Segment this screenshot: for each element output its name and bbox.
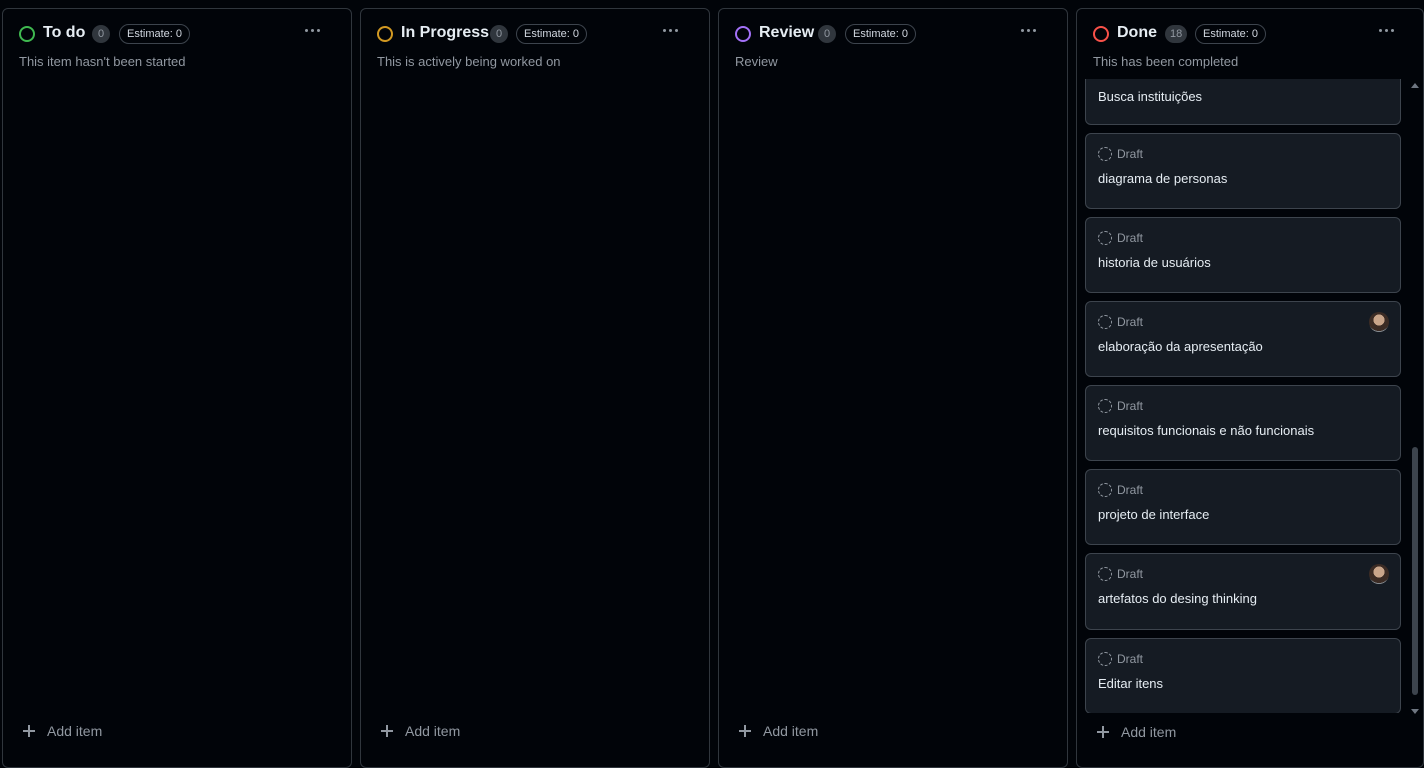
column-description: This is actively being worked on: [377, 54, 561, 69]
draft-dashed-circle-icon: [1098, 315, 1112, 329]
draft-row: Draft: [1098, 230, 1143, 246]
draft-dashed-circle-icon: [1098, 147, 1112, 161]
item-card[interactable]: Draft elaboração da apresentação: [1085, 301, 1401, 377]
project-board: To do 0 Estimate: 0 This item hasn't bee…: [0, 0, 1424, 768]
item-card[interactable]: Draft projeto de interface: [1085, 469, 1401, 545]
status-circle-icon: [19, 26, 35, 42]
draft-row: Draft: [1098, 314, 1143, 330]
draft-row: Draft: [1098, 566, 1143, 582]
draft-dashed-circle-icon: [1098, 483, 1112, 497]
column-to-do: To do 0 Estimate: 0 This item hasn't bee…: [2, 8, 352, 768]
scroll-thumb[interactable]: [1412, 447, 1418, 695]
draft-dashed-circle-icon: [1098, 231, 1112, 245]
column-more-icon[interactable]: [1019, 21, 1039, 39]
column-header: Done 18 Estimate: 0 This has been comple…: [1077, 9, 1423, 79]
add-item-button[interactable]: Add item: [381, 721, 460, 741]
plus-icon: [381, 725, 393, 737]
assignee-avatar[interactable]: [1369, 564, 1389, 584]
plus-icon: [739, 725, 751, 737]
item-count-badge: 0: [92, 25, 110, 43]
plus-icon: [1097, 726, 1109, 738]
column-review: Review 0 Estimate: 0 Review Add item: [718, 8, 1068, 768]
draft-dashed-circle-icon: [1098, 399, 1112, 413]
status-circle-icon: [377, 26, 393, 42]
item-card[interactable]: Draft Editar itens: [1085, 638, 1401, 713]
draft-row: Draft: [1098, 482, 1143, 498]
scroll-up-arrow-icon[interactable]: [1411, 83, 1419, 88]
column-in-progress: In Progress 0 Estimate: 0 This is active…: [360, 8, 710, 768]
draft-dashed-circle-icon: [1098, 652, 1112, 666]
column-more-icon[interactable]: [303, 21, 323, 39]
item-list-scrollbar[interactable]: [1410, 81, 1420, 721]
column-header: To do 0 Estimate: 0 This item hasn't bee…: [3, 9, 351, 79]
column-description: This has been completed: [1093, 54, 1239, 69]
column-header: Review 0 Estimate: 0 Review: [719, 9, 1067, 79]
item-title: elaboração da apresentação: [1098, 339, 1263, 354]
plus-icon: [23, 725, 35, 737]
item-card[interactable]: Draft diagrama de personas: [1085, 133, 1401, 209]
column-header: In Progress 0 Estimate: 0 This is active…: [361, 9, 709, 79]
draft-label: Draft: [1117, 483, 1144, 497]
estimate-badge: Estimate: 0: [1195, 24, 1267, 44]
status-circle-icon: [1093, 26, 1109, 42]
scroll-down-arrow-icon[interactable]: [1411, 709, 1419, 714]
draft-row: Draft: [1098, 651, 1143, 667]
item-card[interactable]: Draft requisitos funcionais e não funcio…: [1085, 385, 1401, 461]
add-item-label: Add item: [763, 723, 819, 739]
item-title: requisitos funcionais e não funcionais: [1098, 423, 1315, 438]
estimate-badge: Estimate: 0: [119, 24, 191, 44]
item-title: historia de usuários: [1098, 255, 1211, 270]
estimate-badge: Estimate: 0: [845, 24, 917, 44]
draft-row: Draft: [1098, 146, 1143, 162]
draft-label: Draft: [1117, 399, 1144, 413]
item-card[interactable]: Draft artefatos do desing thinking: [1085, 553, 1401, 630]
add-item-button[interactable]: Add item: [739, 721, 818, 741]
item-card[interactable]: Busca instituições: [1085, 79, 1401, 125]
add-item-button[interactable]: Add item: [23, 721, 102, 741]
draft-row: Draft: [1098, 398, 1143, 414]
column-more-icon[interactable]: [661, 21, 681, 39]
item-title: diagrama de personas: [1098, 171, 1228, 186]
column-done: Done 18 Estimate: 0 This has been comple…: [1076, 8, 1424, 768]
add-item-label: Add item: [47, 723, 103, 739]
item-title: Editar itens: [1098, 676, 1164, 691]
item-card[interactable]: Draft historia de usuários: [1085, 217, 1401, 293]
column-title: Review: [759, 24, 815, 41]
column-more-icon[interactable]: [1377, 21, 1397, 39]
draft-label: Draft: [1117, 231, 1144, 245]
column-title: In Progress: [401, 24, 490, 41]
column-title: Done: [1117, 24, 1157, 41]
draft-label: Draft: [1117, 147, 1144, 161]
column-description: Review: [735, 54, 778, 69]
add-item-label: Add item: [405, 723, 461, 739]
column-description: This item hasn't been started: [19, 54, 186, 69]
add-item-button[interactable]: Add item: [1097, 722, 1176, 742]
draft-label: Draft: [1117, 567, 1144, 581]
status-circle-icon: [735, 26, 751, 42]
draft-label: Draft: [1117, 652, 1144, 666]
item-count-badge: 0: [490, 25, 508, 43]
column-title: To do: [43, 24, 86, 41]
item-count-badge: 18: [1165, 25, 1188, 43]
assignee-avatar[interactable]: [1369, 312, 1389, 332]
item-list: Busca instituições Draft diagrama de per…: [1085, 79, 1403, 713]
add-item-label: Add item: [1121, 724, 1177, 740]
draft-dashed-circle-icon: [1098, 567, 1112, 581]
item-count-badge: 0: [818, 25, 836, 43]
item-title: artefatos do desing thinking: [1098, 591, 1257, 606]
draft-label: Draft: [1117, 315, 1144, 329]
estimate-badge: Estimate: 0: [516, 24, 588, 44]
item-title: Busca instituições: [1098, 89, 1203, 104]
item-title: projeto de interface: [1098, 507, 1210, 522]
